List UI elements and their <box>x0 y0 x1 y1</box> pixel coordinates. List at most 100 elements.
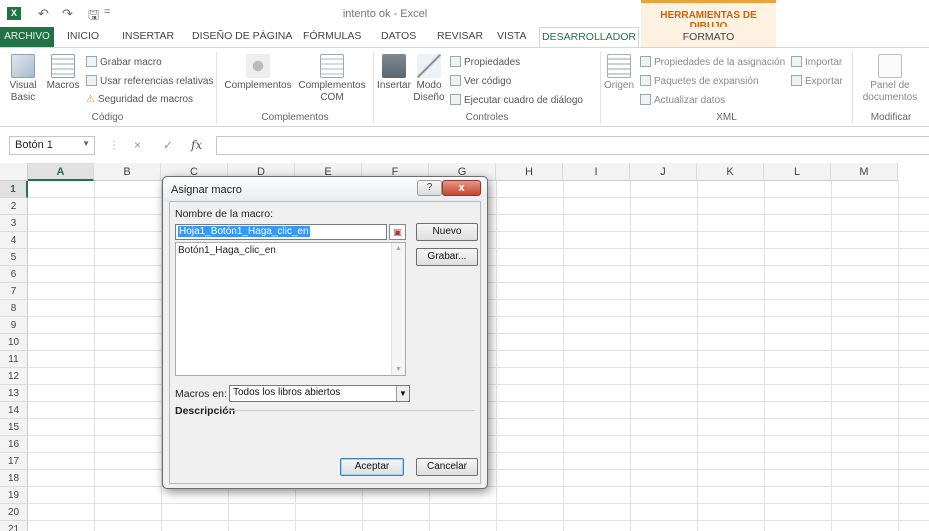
macros-button[interactable]: Macros <box>44 54 82 92</box>
column-header-l[interactable]: L <box>764 163 831 181</box>
list-scrollbar[interactable]: ▲ ▼ <box>391 243 405 375</box>
row-header-13[interactable]: 13 <box>0 385 28 402</box>
grabar-label: Grabar... <box>427 251 467 262</box>
dialog-titlebar[interactable]: Asignar macro ? x <box>163 177 487 201</box>
chevron-down-icon[interactable]: ▼ <box>396 386 409 401</box>
group-label-xml: XML <box>716 112 737 123</box>
grabar-macro-button[interactable]: Grabar macro <box>86 56 162 68</box>
row-header-14[interactable]: 14 <box>0 402 28 419</box>
select-all-corner[interactable] <box>0 163 28 181</box>
cancel-entry-icon[interactable]: × <box>134 138 141 152</box>
relative-refs-icon <box>86 75 97 86</box>
row-header-11[interactable]: 11 <box>0 351 28 368</box>
row-header-3[interactable]: 3 <box>0 215 28 232</box>
tab-archivo[interactable]: ARCHIVO <box>0 27 54 47</box>
exportar-button[interactable]: Exportar <box>791 75 843 87</box>
collapse-dialog-button[interactable]: ▣ <box>389 224 406 240</box>
grabar-button[interactable]: Grabar... <box>416 248 478 266</box>
complementos-com-label: Complementos COM <box>298 80 366 103</box>
column-header-i[interactable]: I <box>563 163 630 181</box>
map-properties-icon <box>640 56 651 67</box>
tab-revisar[interactable]: REVISAR <box>437 30 483 42</box>
descripcion-label: Descripción <box>175 405 236 417</box>
cancelar-button[interactable]: Cancelar <box>416 458 478 476</box>
complementos-button[interactable]: Complementos <box>222 54 294 92</box>
propiedades-asignacion-label: Propiedades de la asignación <box>654 57 786 68</box>
macro-name-input[interactable]: Hoja1_Botón1_Haga_clic_en <box>175 224 387 240</box>
help-button[interactable]: ? <box>417 180 442 196</box>
tab-formulas[interactable]: FÓRMULAS <box>303 30 361 42</box>
ver-codigo-button[interactable]: Ver código <box>450 75 511 87</box>
row-header-7[interactable]: 7 <box>0 283 28 300</box>
column-header-j[interactable]: J <box>630 163 697 181</box>
panel-documentos-button[interactable]: Panel de documentos <box>856 54 924 104</box>
name-box[interactable]: Botón 1 ▼ <box>9 136 95 155</box>
close-button[interactable]: x <box>442 180 481 196</box>
row-header-19[interactable]: 19 <box>0 487 28 504</box>
column-header-m[interactable]: M <box>831 163 898 181</box>
visual-basic-button[interactable]: Visual Basic <box>6 54 40 104</box>
column-header-b[interactable]: B <box>94 163 161 181</box>
row-header-9[interactable]: 9 <box>0 317 28 334</box>
complementos-com-button[interactable]: Complementos COM <box>296 54 368 104</box>
row-header-18[interactable]: 18 <box>0 470 28 487</box>
origen-button[interactable]: Origen <box>602 54 636 92</box>
row-header-4[interactable]: 4 <box>0 232 28 249</box>
row-header-15[interactable]: 15 <box>0 419 28 436</box>
row-header-17[interactable]: 17 <box>0 453 28 470</box>
nuevo-button[interactable]: Nuevo <box>416 223 478 241</box>
paquetes-expansion-label: Paquetes de expansión <box>654 76 759 87</box>
macros-en-select[interactable]: Todos los libros abiertos ▼ <box>229 385 410 402</box>
aceptar-label: Aceptar <box>354 461 390 472</box>
row-header-8[interactable]: 8 <box>0 300 28 317</box>
column-header-k[interactable]: K <box>697 163 764 181</box>
insertar-control-button[interactable]: Insertar <box>376 54 412 92</box>
row-header-2[interactable]: 2 <box>0 198 28 215</box>
tab-diseno-pagina[interactable]: DISEÑO DE PÁGINA <box>192 30 292 42</box>
tab-vista[interactable]: VISTA <box>497 30 527 42</box>
seguridad-macros-button[interactable]: ⚠ Seguridad de macros <box>86 94 193 105</box>
macros-en-value: Todos los libros abiertos <box>233 387 341 398</box>
list-item[interactable]: Botón1_Haga_clic_en <box>178 245 276 256</box>
toolbox-icon <box>382 54 406 78</box>
confirm-entry-icon[interactable]: ✓ <box>163 138 173 152</box>
chevron-down-icon[interactable]: ▼ <box>82 139 90 148</box>
document-panel-icon <box>878 54 902 78</box>
row-header-20[interactable]: 20 <box>0 504 28 521</box>
ejecutar-dialogo-button[interactable]: Ejecutar cuadro de diálogo <box>450 94 583 106</box>
modo-diseno-button[interactable]: Modo Diseño <box>412 54 446 104</box>
more-icon: ⋮ <box>108 138 120 152</box>
insert-function-icon[interactable]: fx <box>191 138 202 152</box>
aceptar-button[interactable]: Aceptar <box>340 458 404 476</box>
scroll-down-icon[interactable]: ▼ <box>395 366 402 373</box>
com-addins-icon <box>320 54 344 78</box>
scroll-up-icon[interactable]: ▲ <box>395 245 402 252</box>
tab-inicio[interactable]: INICIO <box>67 30 99 42</box>
formula-input[interactable] <box>216 136 929 155</box>
tab-datos[interactable]: DATOS <box>381 30 416 42</box>
row-header-21[interactable]: 21 <box>0 521 28 531</box>
row-header-1[interactable]: 1 <box>0 181 28 198</box>
row-header-16[interactable]: 16 <box>0 436 28 453</box>
tab-insertar[interactable]: INSERTAR <box>122 30 174 42</box>
propiedades-asignacion-button[interactable]: Propiedades de la asignación <box>640 56 785 68</box>
referencias-relativas-button[interactable]: Usar referencias relativas <box>86 75 213 87</box>
tab-formato[interactable]: FORMATO <box>641 27 776 47</box>
propiedades-button[interactable]: Propiedades <box>450 56 520 68</box>
row-header-10[interactable]: 10 <box>0 334 28 351</box>
gear-icon <box>246 54 270 78</box>
actualizar-datos-button[interactable]: Actualizar datos <box>640 94 725 106</box>
row-header-5[interactable]: 5 <box>0 249 28 266</box>
importar-button[interactable]: Importar <box>791 56 842 68</box>
row-header-12[interactable]: 12 <box>0 368 28 385</box>
tab-desarrollador[interactable]: DESARROLLADOR <box>539 27 639 48</box>
paquetes-expansion-button[interactable]: Paquetes de expansión <box>640 75 759 87</box>
group-label-modificar: Modificar <box>870 112 912 123</box>
column-header-a[interactable]: A <box>28 163 94 181</box>
column-header-h[interactable]: H <box>496 163 563 181</box>
macro-list[interactable]: Botón1_Haga_clic_en ▲ ▼ <box>175 242 406 376</box>
panel-documentos-label: Panel de documentos <box>862 80 918 103</box>
dialog-body: Nombre de la macro: Hoja1_Botón1_Haga_cl… <box>169 201 481 484</box>
propiedades-label: Propiedades <box>464 57 521 68</box>
row-header-6[interactable]: 6 <box>0 266 28 283</box>
